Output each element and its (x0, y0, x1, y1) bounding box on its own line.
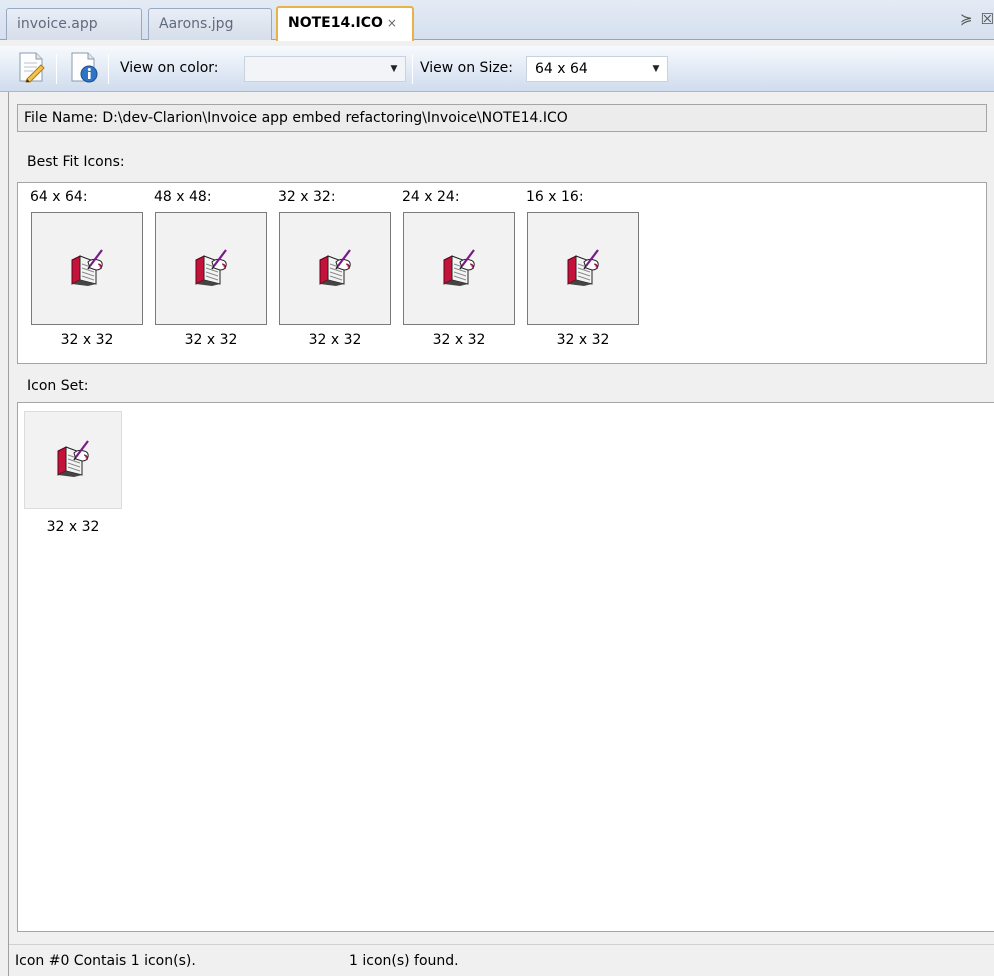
actual-size-caption: 32 x 32 (432, 332, 486, 348)
document-tab-strip: invoice.app Aarons.jpg NOTE14.ICO × ≽ ☒ (0, 0, 994, 41)
actual-size-caption: 32 x 32 (184, 332, 238, 348)
best-fit-icons-panel: 64 x 64: 32 x 32 48 x 48: 32 x 32 32 x 3… (17, 182, 987, 364)
toolbar: View on color: ▼ View on Size: 64 x 64 ▼ (0, 46, 994, 92)
tab-label: invoice.app (17, 16, 98, 32)
icon-set-label: Icon Set: (27, 378, 89, 394)
note-book-pen-icon (54, 439, 92, 481)
tab-note14-ico[interactable]: NOTE14.ICO × (276, 6, 414, 41)
actual-size-caption: 32 x 32 (60, 332, 114, 348)
note-book-pen-icon (68, 248, 106, 290)
file-name-field: File Name: D:\dev-Clarion\Invoice app em… (17, 104, 987, 132)
view-on-size-label: View on Size: (420, 60, 514, 76)
best-fit-size-label: 48 x 48: (154, 189, 212, 205)
properties-button[interactable] (66, 52, 102, 86)
edit-button[interactable] (14, 52, 50, 86)
tab-close-icon[interactable]: × (387, 16, 397, 30)
icon-preview-box[interactable] (527, 212, 639, 325)
status-found: 1 icon(s) found. (349, 953, 459, 969)
best-fit-item[interactable]: 64 x 64: 32 x 32 (26, 183, 143, 363)
status-bar: Icon #0 Contais 1 icon(s). 1 icon(s) fou… (9, 944, 994, 976)
note-book-pen-icon (440, 248, 478, 290)
icon-preview-box[interactable] (31, 212, 143, 325)
document-info-icon (69, 51, 99, 87)
icon-preview-box[interactable] (403, 212, 515, 325)
tab-aarons-jpg[interactable]: Aarons.jpg (148, 8, 272, 40)
dropdown-arrow-icon: ▼ (390, 64, 398, 74)
size-value: 64 x 64 (535, 61, 588, 77)
best-fit-item[interactable]: 16 x 16: 32 x 32 (522, 183, 639, 363)
tab-label: NOTE14.ICO (288, 15, 383, 31)
icon-set-caption: 32 x 32 (46, 519, 100, 535)
note-book-pen-icon (316, 248, 354, 290)
close-all-icon[interactable]: ☒ (981, 10, 994, 28)
actual-size-caption: 32 x 32 (308, 332, 362, 348)
actual-size-caption: 32 x 32 (556, 332, 610, 348)
best-fit-item[interactable]: 24 x 24: 32 x 32 (398, 183, 515, 363)
tab-list-icon[interactable]: ≽ (960, 10, 973, 28)
toolbar-separator (412, 54, 413, 84)
tab-invoice-app[interactable]: invoice.app (6, 8, 142, 40)
toolbar-separator (56, 54, 57, 84)
icon-set-panel: 32 x 32 (17, 402, 994, 932)
best-fit-size-label: 16 x 16: (526, 189, 584, 205)
best-fit-item[interactable]: 32 x 32: 32 x 32 (274, 183, 391, 363)
icon-set-item[interactable] (24, 411, 122, 509)
icon-viewer-panel: File Name: D:\dev-Clarion\Invoice app em… (8, 92, 994, 976)
tab-label: Aarons.jpg (159, 16, 234, 32)
view-on-size-dropdown[interactable]: 64 x 64 ▼ (526, 56, 668, 82)
note-book-pen-icon (564, 248, 602, 290)
best-fit-size-label: 32 x 32: (278, 189, 336, 205)
best-fit-icons-label: Best Fit Icons: (27, 154, 125, 170)
icon-preview-box[interactable] (155, 212, 267, 325)
view-on-color-dropdown[interactable]: ▼ (244, 56, 406, 82)
best-fit-size-label: 24 x 24: (402, 189, 460, 205)
best-fit-size-label: 64 x 64: (30, 189, 88, 205)
toolbar-separator (108, 54, 109, 84)
icon-preview-box[interactable] (279, 212, 391, 325)
best-fit-item[interactable]: 48 x 48: 32 x 32 (150, 183, 267, 363)
tabstrip-controls: ≽ ☒ (952, 10, 994, 28)
note-book-pen-icon (192, 248, 230, 290)
dropdown-arrow-icon: ▼ (652, 64, 660, 74)
view-on-color-label: View on color: (120, 60, 219, 76)
edit-document-icon (17, 51, 47, 87)
status-icon-count: Icon #0 Contais 1 icon(s). (15, 953, 196, 969)
